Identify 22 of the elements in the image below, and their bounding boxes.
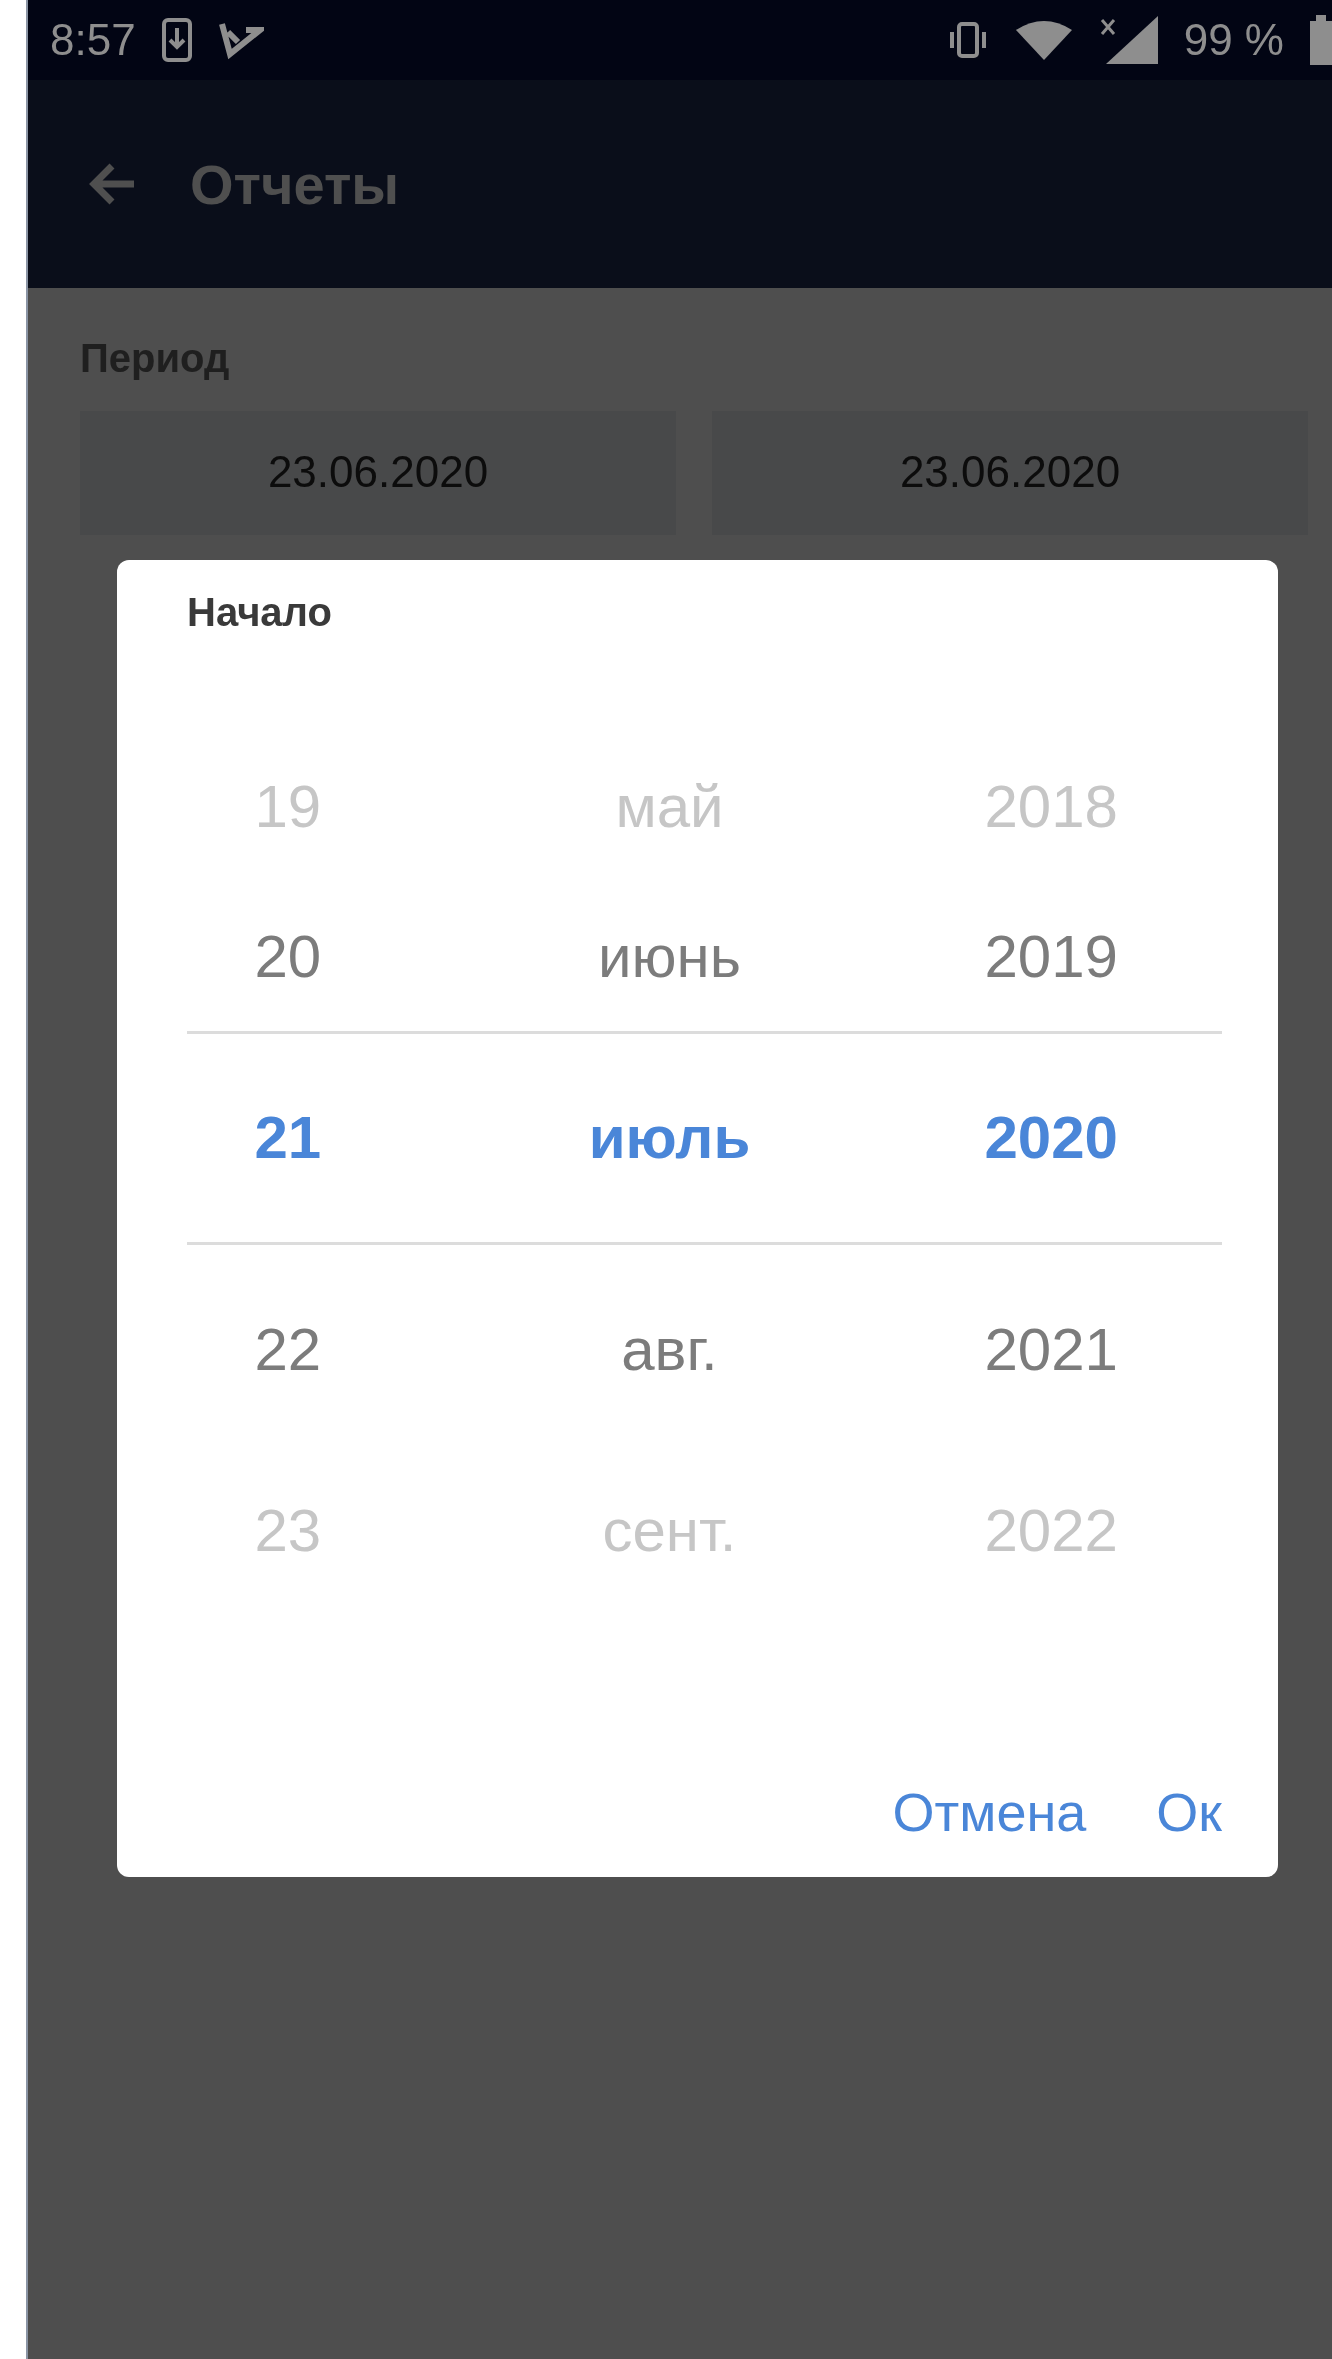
picker-option[interactable]: 22 (254, 1314, 322, 1384)
picker-option[interactable]: 2021 (984, 1314, 1118, 1384)
start-date-field[interactable]: 23.06.2020 (80, 411, 676, 535)
picker-option[interactable]: 2019 (984, 921, 1118, 991)
picker-option[interactable]: 20 (254, 921, 322, 991)
picker-option[interactable]: июнь (598, 921, 741, 991)
battery-percent: 99 % (1183, 15, 1284, 65)
picker-option[interactable]: июль (588, 1102, 751, 1172)
end-date-field[interactable]: 23.06.2020 (712, 411, 1308, 535)
picker-option[interactable]: 2020 (984, 1102, 1118, 1172)
cancel-button[interactable]: Отмена (892, 1771, 1087, 1853)
download-icon (161, 18, 192, 62)
battery-icon (1310, 15, 1332, 65)
ok-button[interactable]: Ок (1156, 1771, 1222, 1853)
picker-option[interactable]: 21 (254, 1102, 322, 1172)
picker-option[interactable]: авг. (621, 1314, 718, 1384)
back-arrow-icon[interactable] (88, 162, 136, 206)
dialog-title: Начало (187, 590, 332, 635)
check-icon (217, 20, 264, 60)
wifi-icon (1015, 20, 1072, 60)
screen-title: Отчеты (190, 151, 400, 217)
status-time: 8:57 (50, 15, 136, 65)
